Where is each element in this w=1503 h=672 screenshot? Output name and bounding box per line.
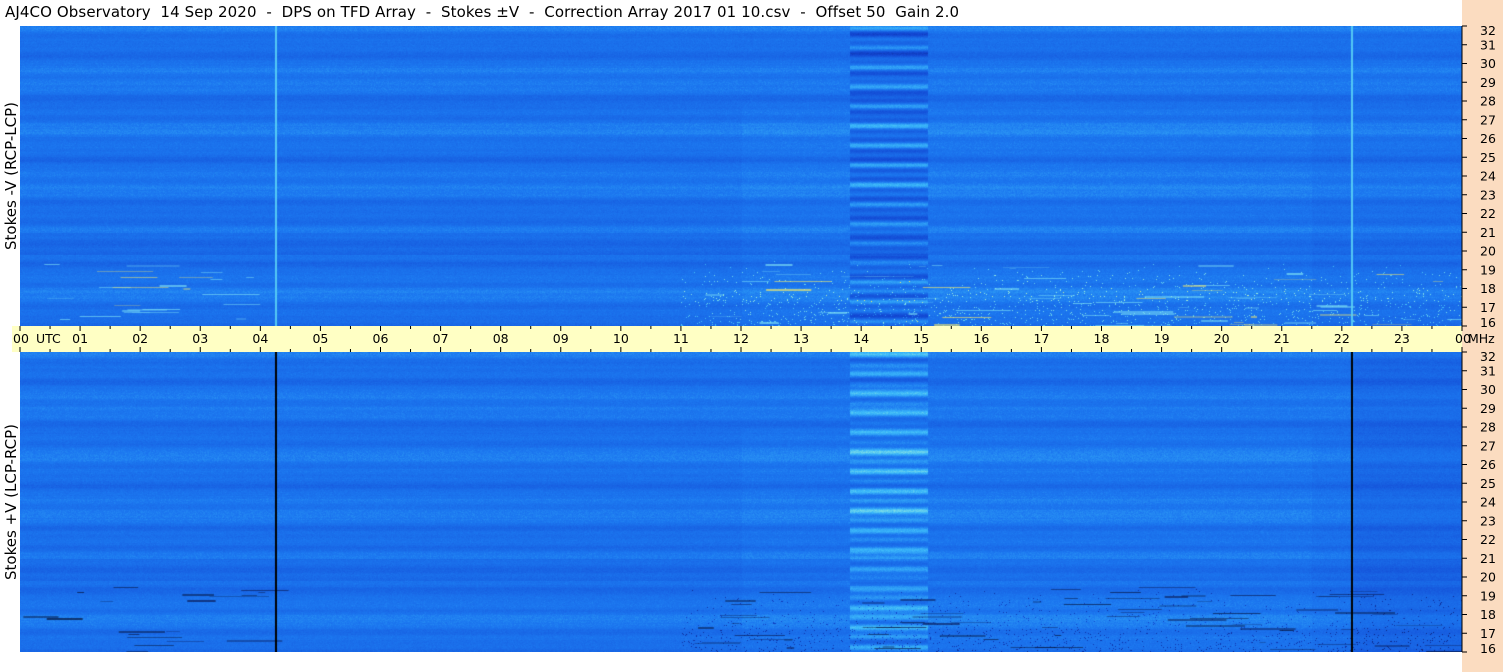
utc-tick-label: 14 bbox=[853, 331, 869, 346]
frequency-tick-label: 26 bbox=[1480, 457, 1496, 472]
utc-tick-label: 12 bbox=[733, 331, 749, 346]
utc-tick-label: 20 bbox=[1214, 331, 1230, 346]
utc-tick-label: 05 bbox=[312, 331, 328, 346]
frequency-tick-label: 31 bbox=[1480, 37, 1496, 52]
frequency-tick-label: 32 bbox=[1480, 349, 1496, 364]
frequency-tick-label: 28 bbox=[1480, 420, 1496, 435]
utc-tick-label: 01 bbox=[72, 331, 88, 346]
frequency-tick-label: 18 bbox=[1480, 607, 1496, 622]
utc-tick-label: 21 bbox=[1274, 331, 1290, 346]
utc-tick-label: 03 bbox=[192, 331, 208, 346]
frequency-tick-label: 16 bbox=[1480, 641, 1496, 656]
utc-tick-label: 11 bbox=[673, 331, 689, 346]
frequency-tick-label: 32 bbox=[1480, 23, 1496, 38]
frequency-tick-label: 20 bbox=[1480, 244, 1496, 259]
mhz-axis-label: MHz bbox=[1468, 331, 1495, 346]
frequency-tick-label: 30 bbox=[1480, 382, 1496, 397]
utc-tick-label: 19 bbox=[1154, 331, 1170, 346]
utc-tick-label: 08 bbox=[493, 331, 509, 346]
utc-tick-label: 02 bbox=[132, 331, 148, 346]
frequency-tick-label: 22 bbox=[1480, 206, 1496, 221]
frequency-tick-label: 16 bbox=[1480, 315, 1496, 330]
utc-tick-label: 06 bbox=[373, 331, 389, 346]
frequency-tick-label: 23 bbox=[1480, 513, 1496, 528]
frequency-tick-label: 23 bbox=[1480, 187, 1496, 202]
utc-tick-label: 18 bbox=[1094, 331, 1110, 346]
frequency-tick-label: 31 bbox=[1480, 363, 1496, 378]
frequency-tick-label: 24 bbox=[1480, 169, 1496, 184]
frequency-tick-label: 21 bbox=[1480, 551, 1496, 566]
utc-tick-label: 04 bbox=[252, 331, 268, 346]
frequency-tick-label: 29 bbox=[1480, 75, 1496, 90]
utc-axis-label: UTC bbox=[36, 331, 61, 346]
frequency-tick-label: 27 bbox=[1480, 438, 1496, 453]
frequency-tick-label: 17 bbox=[1480, 626, 1496, 641]
frequency-tick-label: 20 bbox=[1480, 570, 1496, 585]
frequency-tick-label: 28 bbox=[1480, 94, 1496, 109]
frequency-tick-label: 24 bbox=[1480, 495, 1496, 510]
utc-tick-label: 15 bbox=[913, 331, 929, 346]
utc-tick-label: 23 bbox=[1394, 331, 1410, 346]
frequency-tick-label: 29 bbox=[1480, 401, 1496, 416]
frequency-tick-label: 19 bbox=[1480, 262, 1496, 277]
utc-tick-label: 17 bbox=[1033, 331, 1049, 346]
frequency-tick-label: 25 bbox=[1480, 150, 1496, 165]
utc-tick-label: 10 bbox=[613, 331, 629, 346]
frequency-tick-label: 21 bbox=[1480, 225, 1496, 240]
utc-tick-label: 09 bbox=[553, 331, 569, 346]
utc-tick-label: 22 bbox=[1334, 331, 1350, 346]
utc-tick-label: 16 bbox=[973, 331, 989, 346]
frequency-tick-label: 30 bbox=[1480, 56, 1496, 71]
frequency-tick-label: 17 bbox=[1480, 300, 1496, 315]
utc-tick-label: 13 bbox=[793, 331, 809, 346]
frequency-tick-label: 25 bbox=[1480, 476, 1496, 491]
chart-axes: 00 01 02 03 04 05 06 07 08 09 10 11 12 13 14 15 16 17 18 19… bbox=[13, 23, 1496, 656]
frequency-tick-label: 26 bbox=[1480, 131, 1496, 146]
frequency-tick-label: 19 bbox=[1480, 588, 1496, 603]
frequency-tick-label: 22 bbox=[1480, 532, 1496, 547]
utc-tick-label: 00 bbox=[13, 331, 29, 346]
utc-tick-label: 07 bbox=[433, 331, 449, 346]
frequency-tick-label: 18 bbox=[1480, 281, 1496, 296]
frequency-tick-label: 27 bbox=[1480, 112, 1496, 127]
